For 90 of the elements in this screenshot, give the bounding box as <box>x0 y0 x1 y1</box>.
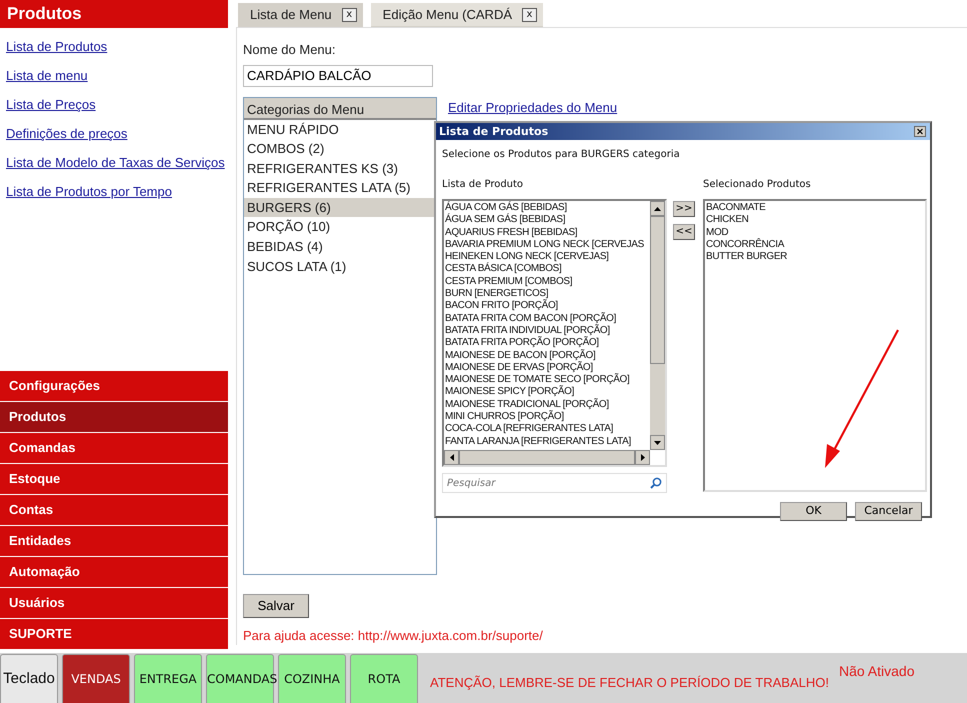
list-item[interactable]: MINI CHURROS [PORÇÃO] <box>444 411 650 424</box>
nav-item[interactable]: Entidades <box>0 526 228 556</box>
list-item[interactable]: MAIONESE TRADICIONAL [PORÇÃO] <box>444 398 650 412</box>
selected-product-list[interactable]: BACONMATE CHICKEN MOD CONCORRÊNCIA BUTTER BURGER <box>703 199 927 492</box>
list-item[interactable]: MAIONESE DE BACON [PORÇÃO] <box>444 350 650 362</box>
list-item[interactable]: REFRIGERANTES LATA (5) <box>244 178 436 198</box>
tab[interactable]: Edição Menu (CARDÁ x <box>370 3 543 27</box>
nav-item[interactable]: Estoque <box>0 464 228 494</box>
list-item[interactable]: CESTA BÁSICA [COMBOS] <box>444 263 650 276</box>
module-button[interactable]: ENTREGA <box>134 654 202 703</box>
nav-item[interactable]: Produtos <box>0 402 228 432</box>
list-item[interactable]: MENU RÁPIDO <box>244 120 436 140</box>
list-item[interactable]: SUCOS LATA (1) <box>244 256 436 276</box>
dialog-title: Lista de Produtos <box>439 124 548 140</box>
list-label: Lista de Produto <box>442 178 524 192</box>
list-item[interactable]: MAIONESE DE ERVAS [PORÇÃO] <box>444 362 650 374</box>
nav-item[interactable]: SUPORTE <box>0 619 228 649</box>
list-item[interactable]: MAIONESE SPICY [PORÇÃO] <box>444 386 650 399</box>
instruction-text: Selecione os Produtos para BURGERS categoria <box>441 148 681 162</box>
sidebar-link[interactable]: Definições de preços <box>6 124 128 144</box>
ok-button[interactable]: OK <box>780 502 847 521</box>
left-arrow-icon <box>450 454 454 461</box>
help-text: Para ajuda acesse: http://www.juxta.com.br/suporte/ <box>243 626 544 645</box>
list-item[interactable]: MOD <box>705 226 925 239</box>
list-item[interactable]: BAVARIA PREMIUM LONG NECK [CERVEJAS <box>444 238 650 252</box>
warning-text: ATENÇÃO, LEMBRE-SE DE FECHAR O PERÍODO DE TRABALHO! <box>430 674 829 692</box>
module-button[interactable]: COZINHA <box>278 654 346 703</box>
nav-item[interactable]: Configurações <box>0 371 228 401</box>
list-item[interactable]: BATATA FRITA PORÇÃO [PORÇÃO] <box>444 337 650 350</box>
scroll-up-button[interactable] <box>650 201 665 216</box>
close-icon[interactable] <box>914 126 926 137</box>
horizontal-scrollbar[interactable] <box>444 450 650 465</box>
save-button[interactable]: Salvar <box>243 594 309 618</box>
scroll-right-button[interactable] <box>635 450 650 465</box>
nav-item[interactable]: Comandas <box>0 433 228 463</box>
remove-button[interactable]: << <box>673 224 695 240</box>
list-item[interactable]: ÁGUA SEM GÁS [BEBIDAS] <box>444 214 650 227</box>
list-item[interactable]: CONCORRÊNCIA <box>705 238 925 252</box>
up-arrow-icon <box>654 206 661 210</box>
list-item[interactable]: BATATA FRITA COM BACON [PORÇÃO] <box>444 312 650 325</box>
module-button[interactable]: COMANDAS <box>206 654 274 703</box>
module-button[interactable]: VENDAS <box>62 654 130 703</box>
sidebar-link[interactable]: Lista de Modelo de Taxas de Serviços <box>6 153 225 173</box>
tab-close-button[interactable]: x <box>522 8 537 22</box>
list-item[interactable]: AQUARIUS FRESH [BEBIDAS] <box>444 226 650 239</box>
sidebar-link[interactable]: Lista de Produtos por Tempo <box>6 182 172 202</box>
keyboard-button[interactable]: Teclado <box>0 654 58 703</box>
list-item[interactable]: BURGERS (6) <box>244 198 436 218</box>
list-item[interactable]: CHICKEN <box>705 214 925 227</box>
search-field[interactable]: Pesquisar <box>442 473 667 493</box>
list-item[interactable]: BUTTER BURGER <box>705 251 925 264</box>
list-item[interactable]: REFRIGERANTES KS (3) <box>244 158 436 178</box>
list-item[interactable]: PORÇÃO (10) <box>244 217 436 238</box>
list-item[interactable]: MAIONESE DE TOMATE SECO [PORÇÃO] <box>444 374 650 386</box>
list-item[interactable]: BACON FRITO [PORÇÃO] <box>444 300 650 313</box>
vertical-scrollbar[interactable] <box>650 201 665 450</box>
module-button[interactable]: ROTA <box>350 654 418 703</box>
status-text: Não Ativado <box>838 662 914 681</box>
list-item[interactable]: ÁGUA COM GÁS [BEBIDAS] <box>444 202 650 214</box>
add-button[interactable]: >> <box>673 201 695 217</box>
list-item[interactable]: BURN [ENERGETICOS] <box>444 288 650 300</box>
list-item[interactable]: COCA-COLA [REFRIGERANTES LATA] <box>444 423 650 436</box>
list-item[interactable]: CESTA PREMIUM [COMBOS] <box>444 276 650 288</box>
sidebar-title: Produtos <box>0 0 228 28</box>
edit-properties-link[interactable]: Editar Propriedades do Menu <box>448 98 618 116</box>
nav-item[interactable]: Automação <box>0 557 228 587</box>
list-header: Categorias do Menu <box>244 98 436 120</box>
scroll-down-button[interactable] <box>650 435 665 450</box>
list-label: Selecionado Produtos <box>703 178 812 192</box>
search-icon[interactable] <box>650 477 662 489</box>
tab-close-button[interactable]: x <box>342 8 357 22</box>
down-arrow-icon <box>654 440 661 444</box>
list-item[interactable]: COMBOS (2) <box>244 139 436 159</box>
list-item[interactable]: BATATA FRITA INDIVIDUAL [PORÇÃO] <box>444 324 650 338</box>
list-item[interactable]: HEINEKEN LONG NECK [CERVEJAS] <box>444 251 650 264</box>
sidebar-link[interactable]: Lista de Produtos <box>6 37 108 57</box>
field-label: Nome do Menu: <box>243 41 336 59</box>
sidebar-link[interactable]: Lista de Preços <box>6 95 96 115</box>
sidebar-link[interactable]: Lista de menu <box>6 66 88 86</box>
tab[interactable]: Lista de Menu x <box>238 3 363 27</box>
scroll-left-button[interactable] <box>444 450 459 465</box>
menu-name-field[interactable]: CARDÁPIO BALCÃO <box>243 64 433 86</box>
right-arrow-icon <box>640 454 644 461</box>
product-list[interactable] <box>442 199 667 467</box>
list-item[interactable]: BACONMATE <box>705 202 925 214</box>
list-item[interactable]: BEBIDAS (4) <box>244 237 436 257</box>
list-item[interactable]: FANTA LARANJA [REFRIGERANTES LATA] <box>444 436 650 448</box>
cancel-button[interactable]: Cancelar <box>855 502 922 521</box>
nav-item[interactable]: Usuários <box>0 588 228 618</box>
nav-item[interactable]: Contas <box>0 495 228 525</box>
